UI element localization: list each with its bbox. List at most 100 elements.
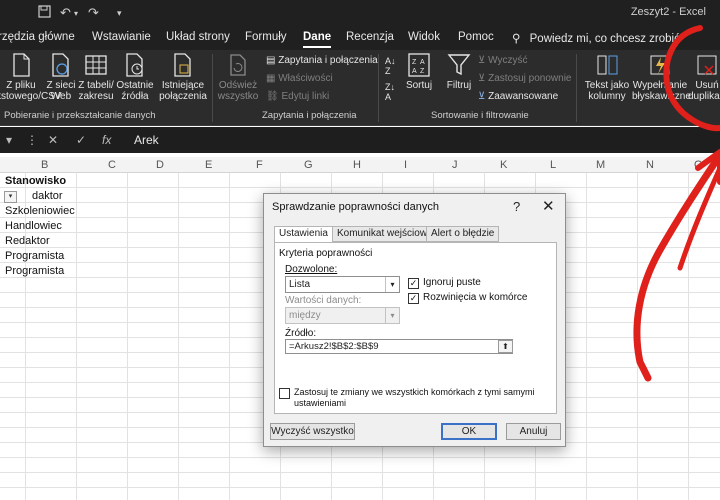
column-header[interactable]: I xyxy=(404,159,407,171)
customize-qat-icon[interactable]: ▾ xyxy=(117,8,122,19)
collapse-range-icon[interactable]: ⬆ xyxy=(498,340,513,353)
clear-filter-icon: ⊻ xyxy=(478,55,486,66)
allow-value: Lista xyxy=(289,279,311,290)
column-header[interactable]: J xyxy=(452,159,458,171)
apply-all-label-1: Zastosuj te zmiany we wszystkich komórka… xyxy=(294,387,535,397)
criteria-heading: Kryteria poprawności xyxy=(279,248,373,259)
filter-button[interactable]: Filtruj xyxy=(442,52,476,91)
svg-text:Z: Z xyxy=(412,59,417,66)
save-icon[interactable] xyxy=(38,5,51,21)
tab-error-alert[interactable]: Alert o błędzie xyxy=(426,226,500,242)
apply-all-checkbox[interactable] xyxy=(279,388,290,399)
column-header[interactable]: N xyxy=(646,159,654,171)
column-header[interactable]: M xyxy=(596,159,605,171)
from-text-csv-button[interactable]: Z pliku kstowego/CSV xyxy=(0,52,62,102)
close-icon[interactable]: ✕ xyxy=(542,197,555,215)
source-input[interactable]: =Arkusz2!$B$2:$B$9 xyxy=(285,339,513,354)
title-bar: ↶ ▾ ↷ ▾ Zeszyt2 - Excel xyxy=(0,0,720,26)
column-header[interactable]: D xyxy=(156,159,164,171)
reapply-button[interactable]: ⊻ Zastosuj ponownie xyxy=(478,73,572,84)
data-label: Wartości danych: xyxy=(285,295,362,306)
tab-review[interactable]: Recenzja xyxy=(346,31,394,43)
data-select[interactable]: między ▾ xyxy=(285,307,400,324)
refresh-all-button[interactable]: Odśwież wszystko xyxy=(216,52,260,102)
cell-dropdown-button[interactable]: ▾ xyxy=(4,191,17,203)
sort-button[interactable]: ZAAZ Sortuj xyxy=(404,52,434,91)
undo-dropdown-icon[interactable]: ▾ xyxy=(74,9,78,18)
from-web-button[interactable]: Z sieci Web xyxy=(46,52,76,102)
tell-me-search[interactable]: ⚲ Powiedz mi, co chcesz zrobić xyxy=(512,31,680,45)
remove-duplicates-button[interactable]: Usuń duplikaty xyxy=(688,52,720,102)
tab-insert[interactable]: Wstawianie xyxy=(92,31,151,43)
tab-formulas[interactable]: Formuły xyxy=(245,31,287,43)
filter-icon xyxy=(447,54,471,76)
queries-connections-button[interactable]: ▤ Zapytania i połączenia xyxy=(266,55,378,66)
ignore-blank-checkbox[interactable]: ✓ xyxy=(408,278,419,289)
tab-home[interactable]: rzędzia główne xyxy=(0,31,75,43)
column-header[interactable]: L xyxy=(550,159,556,171)
in-cell-dropdown-checkbox[interactable]: ✓ xyxy=(408,293,419,304)
table-row[interactable]: Redaktor xyxy=(5,235,50,247)
enter-entry-icon[interactable]: ✓ xyxy=(76,133,86,147)
undo-icon[interactable]: ↶ xyxy=(60,5,71,21)
column-header[interactable]: E xyxy=(205,159,212,171)
tab-input-message[interactable]: Komunikat wejściowy xyxy=(332,226,438,242)
column-header[interactable]: H xyxy=(353,159,361,171)
column-header[interactable]: G xyxy=(304,159,313,171)
from-file-label-1: Z pliku xyxy=(6,80,36,91)
column-header[interactable]: K xyxy=(500,159,507,171)
from-table-button[interactable]: Z tabeli/ zakresu xyxy=(78,52,114,102)
column-header[interactable]: O xyxy=(694,159,703,171)
data-value: między xyxy=(289,310,321,321)
svg-text:A: A xyxy=(412,68,417,75)
tab-help[interactable]: Pomoc xyxy=(458,31,494,43)
edit-links-button[interactable]: ⛓ Edytuj linki xyxy=(266,91,329,102)
cell-header[interactable]: Stanowisko xyxy=(5,175,66,187)
ok-button[interactable]: OK xyxy=(441,423,497,440)
clear-all-button[interactable]: Wyczyść wszystko xyxy=(270,423,355,440)
edit-links-label: Edytuj linki xyxy=(281,91,330,102)
clear-filter-button[interactable]: ⊻ Wyczyść xyxy=(478,55,527,66)
sort-za-button[interactable]: Z↓ A xyxy=(385,82,395,102)
allow-select[interactable]: Lista ▾ xyxy=(285,276,400,293)
text-to-columns-button[interactable]: Tekst jako kolumny xyxy=(584,52,630,102)
refresh-icon xyxy=(230,54,246,76)
table-row[interactable]: Programista xyxy=(5,265,64,277)
table-row[interactable]: Handlowiec xyxy=(5,220,62,232)
properties-button[interactable]: ▦ Właściwości xyxy=(266,73,333,84)
remove-duplicates-icon xyxy=(697,55,717,75)
help-icon[interactable]: ? xyxy=(513,199,520,214)
flash-fill-label-1: Wypełnianie xyxy=(632,80,688,91)
existing-connections-button[interactable]: Istniejące połączenia xyxy=(158,52,208,102)
web-icon xyxy=(52,53,69,77)
tab-settings[interactable]: Ustawienia xyxy=(274,226,333,243)
column-header[interactable]: C xyxy=(108,159,116,171)
svg-text:Z: Z xyxy=(420,68,425,75)
existing-connections-icon xyxy=(174,53,191,77)
redo-icon[interactable]: ↷ xyxy=(88,5,99,21)
recent-sources-button[interactable]: Ostatnie źródła xyxy=(116,52,154,102)
svg-text:A: A xyxy=(420,59,425,66)
tab-data[interactable]: Dane xyxy=(303,31,332,48)
column-header[interactable]: F xyxy=(256,159,263,171)
advanced-filter-button[interactable]: ⊻ Zaawansowane xyxy=(478,91,558,102)
from-table-label-2: zakresu xyxy=(78,91,114,102)
column-header[interactable]: B xyxy=(41,159,48,171)
group-label-sort: Sortowanie i filtrowanie xyxy=(431,110,529,121)
table-row[interactable]: Programista xyxy=(5,250,64,262)
cancel-entry-icon[interactable]: ✕ xyxy=(48,133,58,147)
table-row[interactable]: daktor xyxy=(32,190,63,202)
flash-fill-button[interactable]: Wypełnianie błyskawiczne xyxy=(632,52,691,102)
name-box-dropdown-icon[interactable]: ▾ xyxy=(6,133,12,147)
tab-view[interactable]: Widok xyxy=(408,31,440,43)
settings-panel: Kryteria poprawności Dozwolone: Lista ▾ … xyxy=(274,242,557,414)
formula-input[interactable]: Arek xyxy=(134,133,159,147)
insert-function-icon[interactable]: fx xyxy=(102,133,111,147)
cancel-button[interactable]: Anuluj xyxy=(506,423,561,440)
sort-az-button[interactable]: A↓ Z xyxy=(385,56,396,76)
group-label-queries: Zapytania i połączenia xyxy=(262,110,357,121)
tab-page-layout[interactable]: Układ strony xyxy=(166,31,230,43)
clear-filter-label: Wyczyść xyxy=(488,55,528,66)
properties-icon: ▦ xyxy=(266,73,276,84)
table-row[interactable]: Szkoleniowiec xyxy=(5,205,75,217)
